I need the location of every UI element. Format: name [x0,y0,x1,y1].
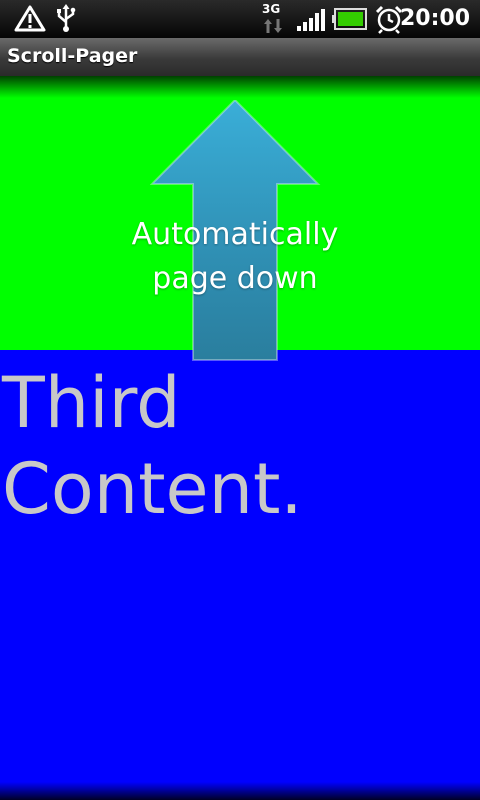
auto-page-hint: Automatically page down [131,217,339,296]
page-content-text: Third Content. [2,362,303,530]
network-type-label: 3G [262,2,281,16]
warning-icon [14,5,46,32]
signal-icon [297,9,325,31]
app-title: Scroll-Pager [7,45,138,67]
usb-icon [57,4,76,32]
current-page: Third Content. [0,350,480,800]
scroll-pager-content[interactable]: Third Content. Automatically page down [0,76,480,800]
battery-icon [332,8,367,30]
title-bar: Scroll-Pager [0,38,480,77]
status-time: 20:00 [399,6,470,31]
data-transfer-arrows [264,19,282,33]
status-bar: 3G 20:00 [0,0,480,38]
3g-data-icon: 3G [262,2,284,35]
